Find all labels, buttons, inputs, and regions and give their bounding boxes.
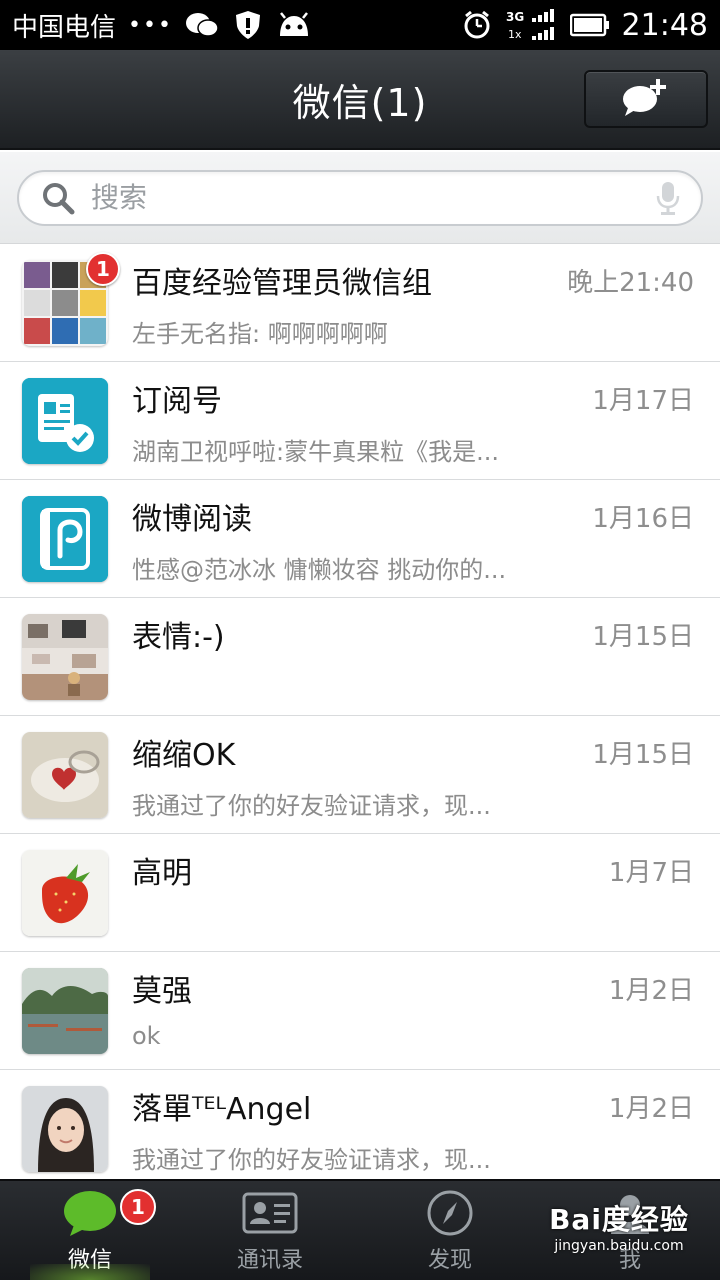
chat-preview: 左手无名指: 啊啊啊啊啊 — [132, 320, 388, 348]
network-type-label: 3G — [506, 10, 524, 24]
search-icon — [39, 179, 77, 217]
chat-bubble-icon — [62, 1188, 118, 1238]
chat-add-icon — [620, 77, 672, 121]
strawberry-avatar — [22, 850, 108, 936]
chat-name: 订阅号 — [132, 384, 222, 419]
chat-time: 1月17日 — [592, 386, 694, 416]
battery-icon — [569, 10, 610, 40]
compass-icon — [422, 1188, 478, 1238]
heart-avatar — [22, 732, 108, 818]
carrier-label: 中国电信 — [12, 12, 117, 43]
shield-icon — [231, 10, 265, 40]
chat-name: 莫强 — [132, 974, 192, 1009]
portrait-avatar — [22, 1086, 108, 1172]
chat-row[interactable]: 订阅号 1月17日 湖南卫视呼啦:蒙牛真果粒《我是... — [0, 362, 720, 480]
chat-row[interactable]: 1 百度经验管理员微信组 晚上21:40 左手无名指: 啊啊啊啊啊 — [0, 244, 720, 362]
chat-time: 1月7日 — [608, 858, 694, 888]
search-box[interactable] — [17, 169, 703, 226]
chat-preview: 湖南卫视呼啦:蒙牛真果粒《我是... — [132, 438, 499, 466]
alarm-clock-icon — [460, 10, 494, 40]
chat-time: 1月15日 — [592, 622, 694, 652]
chat-preview: 我通过了你的好友验证请求，现... — [132, 1146, 491, 1174]
new-chat-button[interactable] — [584, 70, 708, 128]
clock-time: 21:48 — [621, 7, 708, 43]
chat-time: 1月16日 — [592, 504, 694, 534]
chat-list: 1 百度经验管理员微信组 晚上21:40 左手无名指: 啊啊啊啊啊 订阅号 1月… — [0, 244, 720, 1179]
lake-avatar — [22, 968, 108, 1054]
tab-label: 通讯录 — [236, 1248, 303, 1273]
chat-row[interactable]: 微博阅读 1月16日 性感@范冰冰 慵懒妆容 挑动你的... — [0, 480, 720, 598]
tab-contacts[interactable]: 通讯录 — [180, 1181, 360, 1280]
search-bar — [0, 152, 720, 244]
search-input[interactable] — [77, 171, 653, 224]
chat-row[interactable]: 缩缩OK 1月15日 我通过了你的好友验证请求，现... — [0, 716, 720, 834]
chat-time: 晚上21:40 — [567, 268, 694, 298]
watermark-logo: Bai度经验 — [549, 1203, 689, 1236]
chat-row[interactable]: 莫强 1月2日 ok — [0, 952, 720, 1070]
tab-discover[interactable]: 发现 — [360, 1181, 540, 1280]
tab-chats[interactable]: 微信 1 — [0, 1181, 180, 1280]
unread-badge: 1 — [86, 252, 120, 286]
tab-label: 微信 — [67, 1248, 112, 1273]
more-notifications-dots: ••• — [128, 12, 173, 38]
chat-preview: 性感@范冰冰 慵懒妆容 挑动你的... — [132, 556, 507, 584]
contacts-card-icon — [242, 1188, 298, 1238]
chat-row[interactable]: 高明 1月7日 — [0, 834, 720, 952]
microphone-icon[interactable] — [653, 180, 683, 216]
chat-row[interactable]: 落單ᵀᴱᴸAngel 1月2日 我通过了你的好友验证请求，现... — [0, 1070, 720, 1179]
chat-preview: ok — [132, 1022, 161, 1050]
tab-unread-badge: 1 — [120, 1189, 156, 1225]
signal-strength-icon: 3G 1x — [506, 9, 558, 41]
svg-text:1x: 1x — [508, 28, 522, 41]
chat-name: 高明 — [132, 856, 192, 891]
app-header: 微信(1) — [0, 50, 720, 150]
chat-row[interactable]: 表情:-) 1月15日 — [0, 598, 720, 716]
chat-name: 缩缩OK — [132, 738, 236, 773]
chat-preview: 我通过了你的好友验证请求，现... — [132, 792, 491, 820]
chat-time: 1月2日 — [608, 976, 694, 1006]
subscription-avatar — [22, 378, 108, 464]
chat-name: 落單ᵀᴱᴸAngel — [132, 1092, 312, 1127]
chat-name: 微博阅读 — [132, 502, 252, 537]
android-icon — [277, 10, 311, 40]
status-bar: 中国电信 ••• 3G 1x 21:48 — [0, 0, 720, 50]
chat-name: 表情:-) — [132, 620, 225, 655]
chat-time: 1月15日 — [592, 740, 694, 770]
baidu-jingyan-watermark: Bai度经验 jingyan.baidu.com — [534, 1198, 704, 1268]
weibo-reader-avatar — [22, 496, 108, 582]
photo-avatar — [22, 614, 108, 700]
watermark-url: jingyan.baidu.com — [554, 1238, 684, 1254]
page-title: 微信(1) — [292, 80, 428, 125]
chat-time: 1月2日 — [608, 1094, 694, 1124]
tab-label: 发现 — [427, 1248, 472, 1273]
chat-name: 百度经验管理员微信组 — [132, 266, 432, 301]
wechat-notification-icon — [185, 10, 219, 40]
